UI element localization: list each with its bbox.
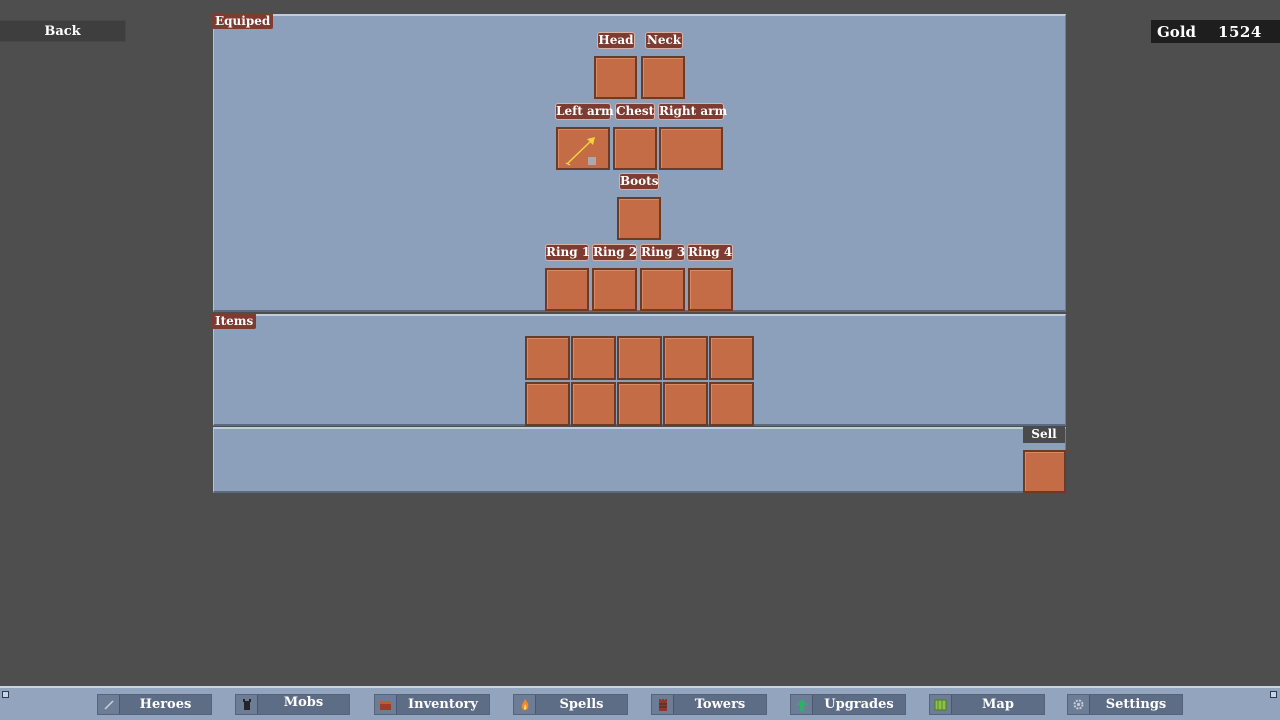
nav-upgrades-button[interactable]: Upgrades (790, 694, 906, 715)
slot-label-ring-2: Ring 2 (592, 244, 638, 261)
tower-icon (652, 695, 674, 714)
bottom-nav-bar: Heroes Mobs Inventory Spells Towers Upgr… (0, 686, 1280, 720)
nav-heroes-label: Heroes (139, 697, 192, 712)
slot-label-ring-1: Ring 1 (545, 244, 591, 261)
gold-counter: Gold 1524 (1151, 20, 1280, 43)
slot-label-chest: Chest (615, 103, 655, 120)
slot-label-head: Head (597, 32, 635, 49)
equipped-title: Equiped (212, 13, 274, 29)
description-panel (213, 427, 1066, 493)
nav-settings-label: Settings (1105, 697, 1167, 712)
item-slot-5[interactable] (709, 336, 754, 380)
slot-label-right-arm: Right arm (658, 103, 728, 120)
bar-corner-left (2, 691, 9, 698)
slot-label-left-arm: Left arm (555, 103, 614, 120)
item-slot-4[interactable] (663, 336, 708, 380)
nav-spells-label: Spells (559, 697, 604, 712)
neck-slot[interactable] (641, 56, 685, 99)
head-slot[interactable] (594, 56, 637, 99)
sell-label: Sell (1023, 426, 1065, 443)
fire-icon (514, 695, 536, 714)
arrow-icon[interactable] (558, 129, 608, 168)
nav-settings-button[interactable]: Settings (1067, 694, 1183, 715)
gold-label: Gold (1157, 22, 1197, 41)
item-slot-3[interactable] (617, 336, 662, 380)
item-slot-9[interactable] (663, 382, 708, 426)
left-arm-slot[interactable] (556, 127, 610, 170)
chest-icon (375, 695, 397, 714)
ring-1-slot[interactable] (545, 268, 589, 311)
upgrade-arrow-icon (791, 695, 813, 714)
nav-towers-button[interactable]: Towers (651, 694, 767, 715)
slot-label-neck: Neck (645, 32, 683, 49)
items-title: Items (212, 313, 257, 329)
nav-inventory-label: Inventory (408, 697, 478, 712)
nav-map-label: Map (982, 697, 1014, 712)
sell-slot[interactable] (1023, 450, 1066, 493)
nav-heroes-button[interactable]: Heroes (97, 694, 212, 715)
nav-spells-button[interactable]: Spells (513, 694, 628, 715)
item-slot-2[interactable] (571, 336, 616, 380)
slot-label-ring-4: Ring 4 (687, 244, 733, 261)
nav-upgrades-label: Upgrades (824, 697, 894, 712)
item-slot-8[interactable] (617, 382, 662, 426)
map-icon (930, 695, 952, 714)
nav-towers-label: Towers (694, 697, 746, 712)
ring-2-slot[interactable] (592, 268, 637, 311)
nav-inventory-button[interactable]: Inventory (374, 694, 490, 715)
bar-corner-right (1270, 691, 1277, 698)
ring-3-slot[interactable] (640, 268, 685, 311)
chest-slot[interactable] (613, 127, 657, 170)
boots-slot[interactable] (617, 197, 661, 240)
mob-icon (236, 695, 258, 714)
item-slot-1[interactable] (525, 336, 570, 380)
right-arm-slot[interactable] (659, 127, 723, 170)
nav-mobs-label: Mobs (283, 695, 324, 710)
slot-label-ring-3: Ring 3 (640, 244, 686, 261)
item-slot-10[interactable] (709, 382, 754, 426)
hero-icon (98, 695, 120, 714)
gold-value: 1524 (1218, 22, 1262, 41)
ring-4-slot[interactable] (688, 268, 733, 311)
nav-map-button[interactable]: Map (929, 694, 1045, 715)
back-button[interactable]: Back (0, 20, 126, 42)
item-slot-7[interactable] (571, 382, 616, 426)
gear-icon (1068, 695, 1090, 714)
item-slot-6[interactable] (525, 382, 570, 426)
slot-label-boots: Boots (619, 173, 659, 190)
nav-mobs-button[interactable]: Mobs (235, 694, 350, 715)
